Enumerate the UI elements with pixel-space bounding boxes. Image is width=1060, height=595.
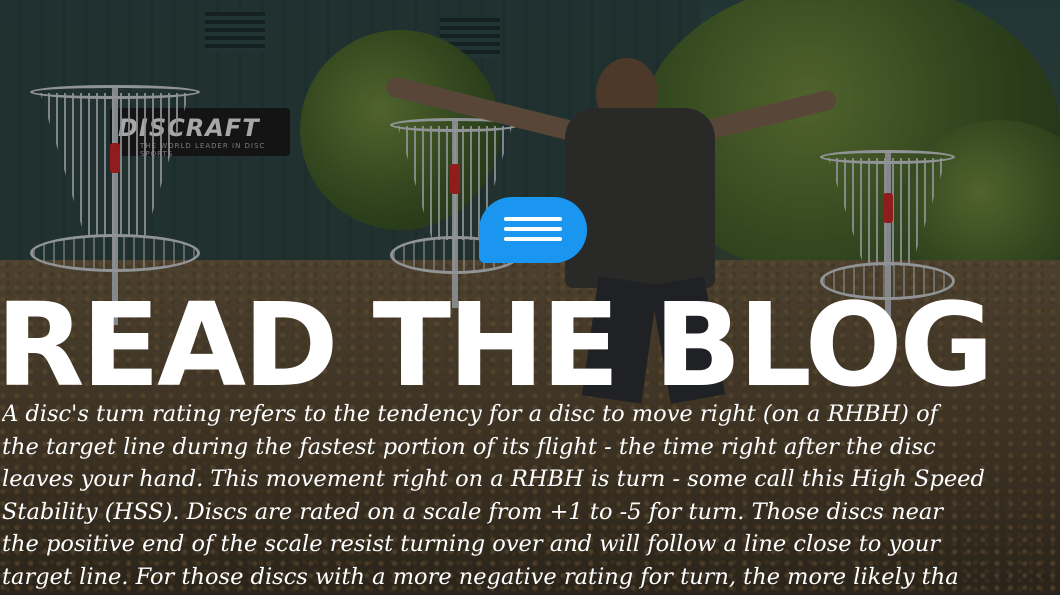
blog-intro-paragraph: A disc's turn rating refers to the tende…	[2, 398, 1060, 593]
page-title: READ THE BLOG	[0, 279, 994, 413]
paragraph-line: target line. For those discs with a more…	[2, 563, 959, 590]
paragraph-line: leaves your hand. This movement right on…	[2, 466, 985, 492]
menu-button[interactable]	[479, 197, 587, 263]
paragraph-line: the target line during the fastest porti…	[2, 433, 936, 460]
paragraph-line: Stability (HSS). Discs are rated on a sc…	[2, 498, 944, 525]
paragraph-line: A disc's turn rating refers to the tende…	[2, 401, 938, 427]
paragraph-line: the positive end of the scale resist tur…	[2, 531, 940, 557]
hamburger-menu-icon	[504, 217, 562, 241]
